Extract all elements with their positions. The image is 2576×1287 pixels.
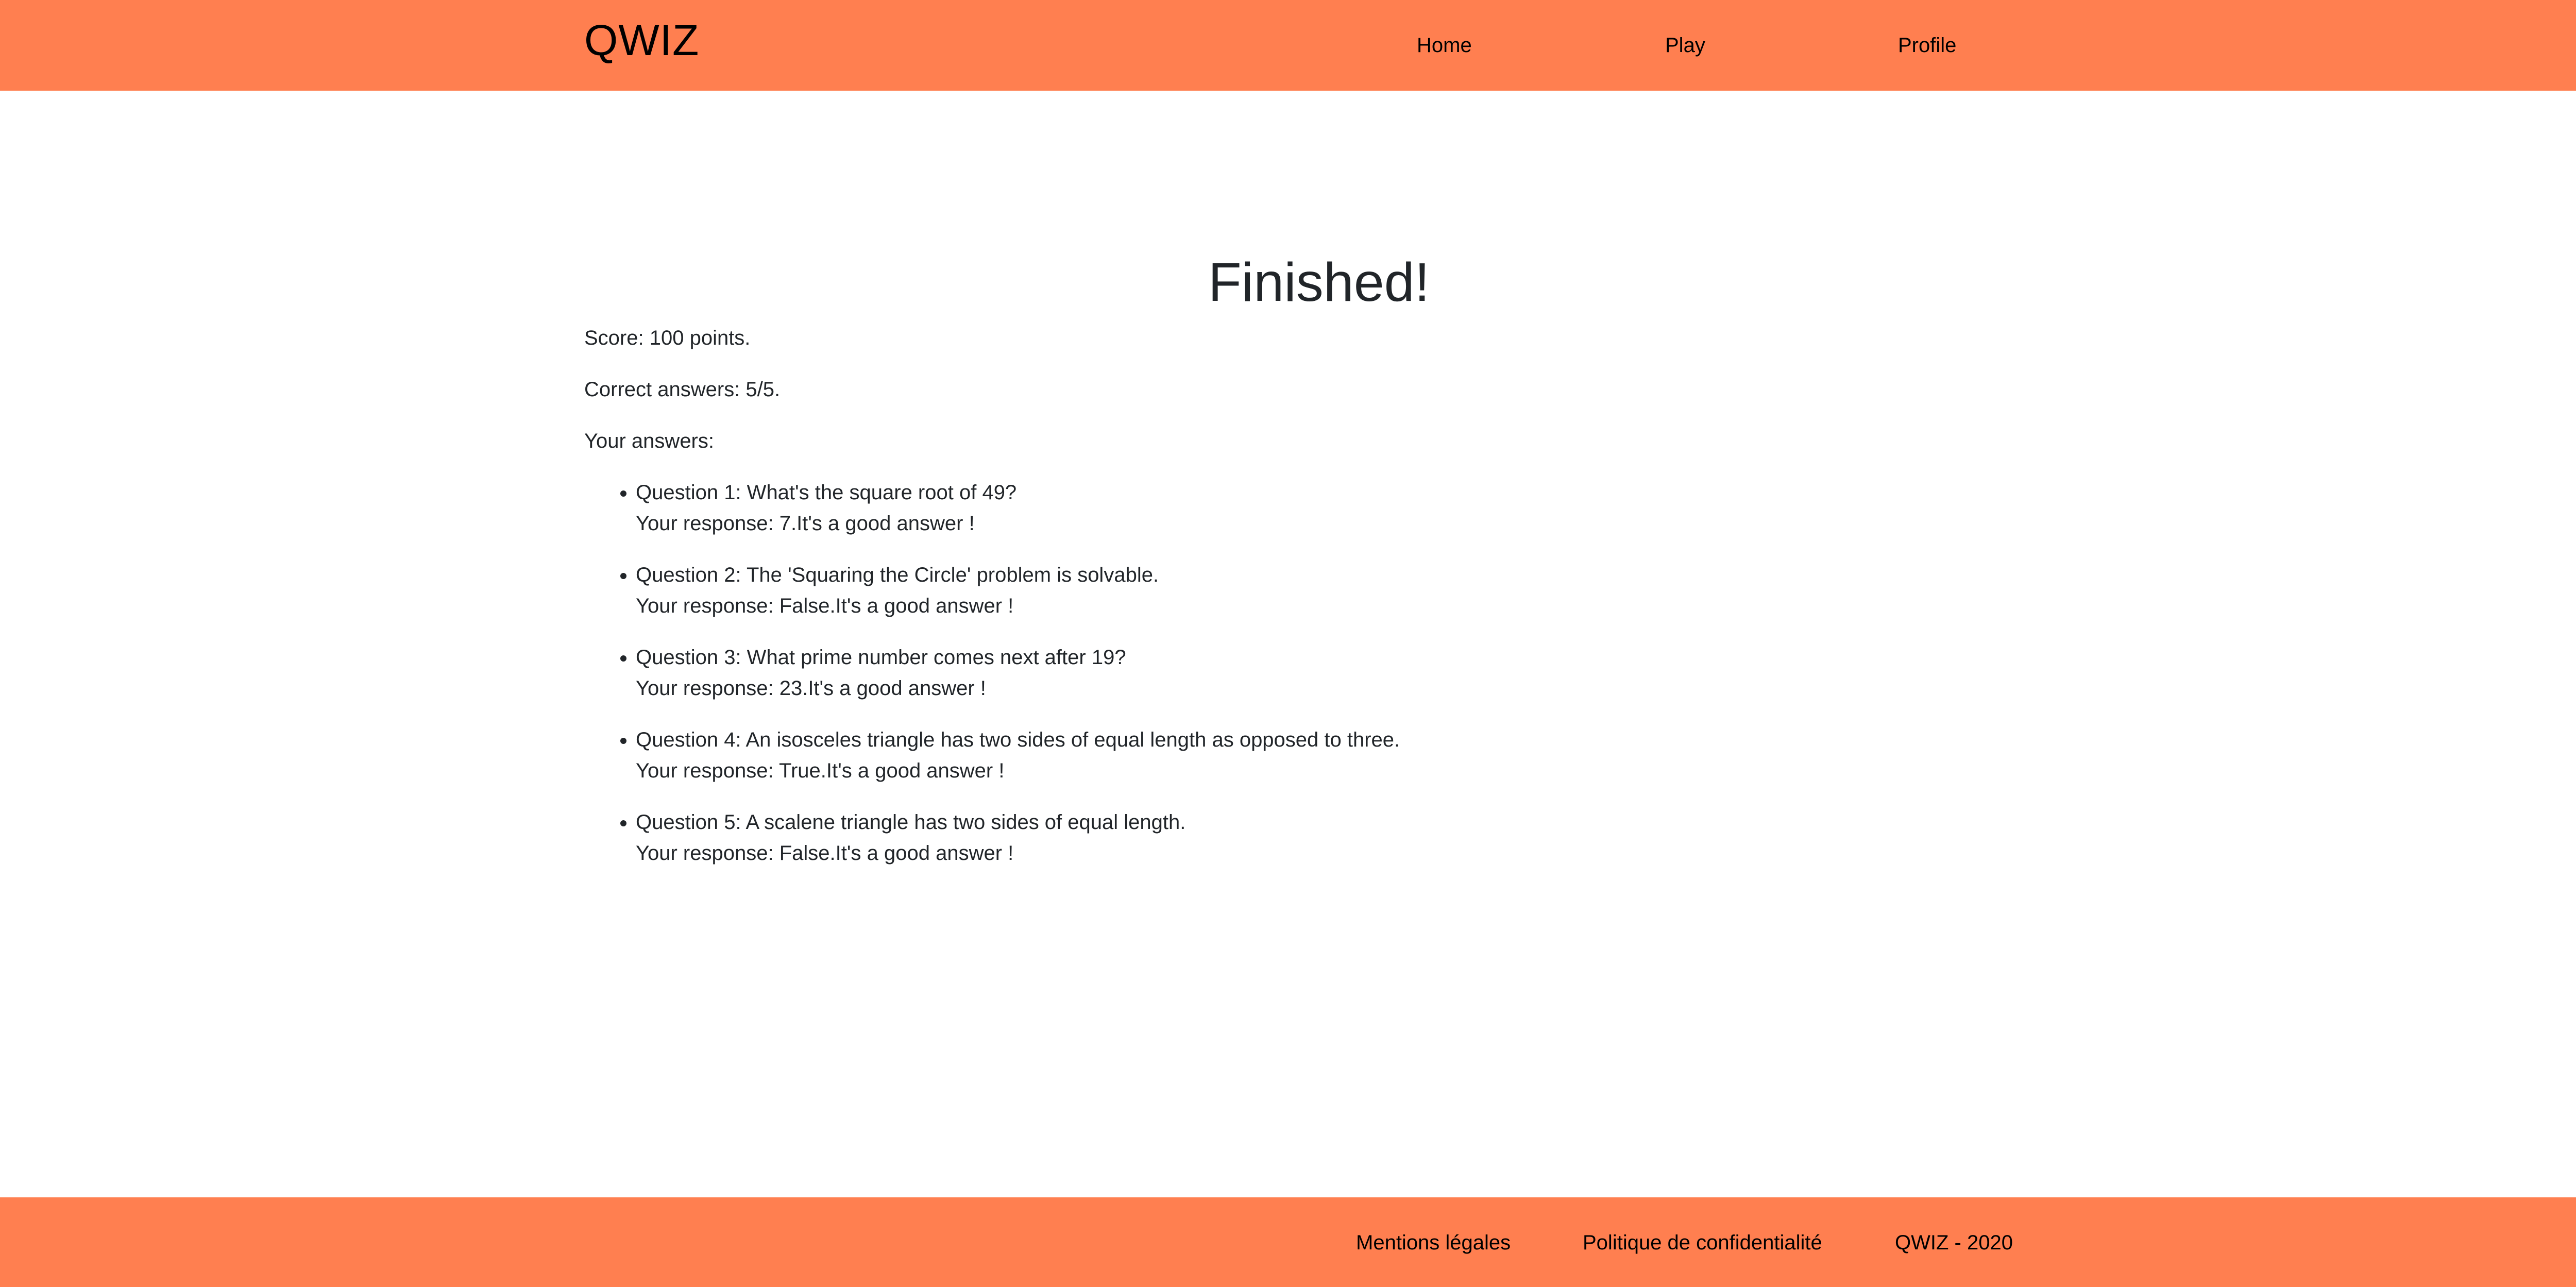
response-text: Your response: False.It's a good answer … (636, 842, 1014, 865)
footer: Mentions légales Politique de confidenti… (0, 1197, 2576, 1287)
score-text: Score: 100 points. (584, 327, 751, 349)
answers-list: Question 1: What's the square root of 49… (584, 477, 1400, 889)
nav-play-link[interactable]: Play (1665, 32, 1705, 59)
response-text: Your response: False.It's a good answer … (636, 595, 1014, 617)
top-navbar: QWIZ Home Play Profile (0, 0, 2576, 91)
logo-link[interactable]: QWIZ (584, 14, 699, 66)
page-title: Finished! (1208, 252, 1430, 313)
response-text: Your response: True.It's a good answer ! (636, 759, 1005, 782)
answers-label: Your answers: (584, 430, 714, 452)
legal-notice-link[interactable]: Mentions légales (1356, 1229, 1511, 1256)
list-item: Question 3: What prime number comes next… (636, 642, 1400, 704)
list-item: Question 1: What's the square root of 49… (636, 477, 1400, 539)
copyright-text: QWIZ - 2020 (1895, 1231, 2013, 1254)
question-text: Question 1: What's the square root of 49… (636, 481, 1017, 504)
response-text: Your response: 23.It's a good answer ! (636, 677, 986, 700)
question-text: Question 2: The 'Squaring the Circle' pr… (636, 564, 1159, 586)
privacy-policy-link[interactable]: Politique de confidentialité (1583, 1229, 1822, 1256)
question-text: Question 3: What prime number comes next… (636, 646, 1126, 669)
list-item: Question 4: An isosceles triangle has tw… (636, 724, 1400, 786)
question-text: Question 5: A scalene triangle has two s… (636, 811, 1186, 834)
correct-answers-text: Correct answers: 5/5. (584, 378, 781, 401)
list-item: Question 5: A scalene triangle has two s… (636, 807, 1400, 869)
question-text: Question 4: An isosceles triangle has tw… (636, 729, 1400, 751)
response-text: Your response: 7.It's a good answer ! (636, 512, 975, 535)
page: QWIZ Home Play Profile Finished! Score: … (0, 0, 2576, 1287)
nav-home-link[interactable]: Home (1417, 32, 1472, 59)
list-item: Question 2: The 'Squaring the Circle' pr… (636, 560, 1400, 621)
nav-profile-link[interactable]: Profile (1898, 32, 1956, 59)
